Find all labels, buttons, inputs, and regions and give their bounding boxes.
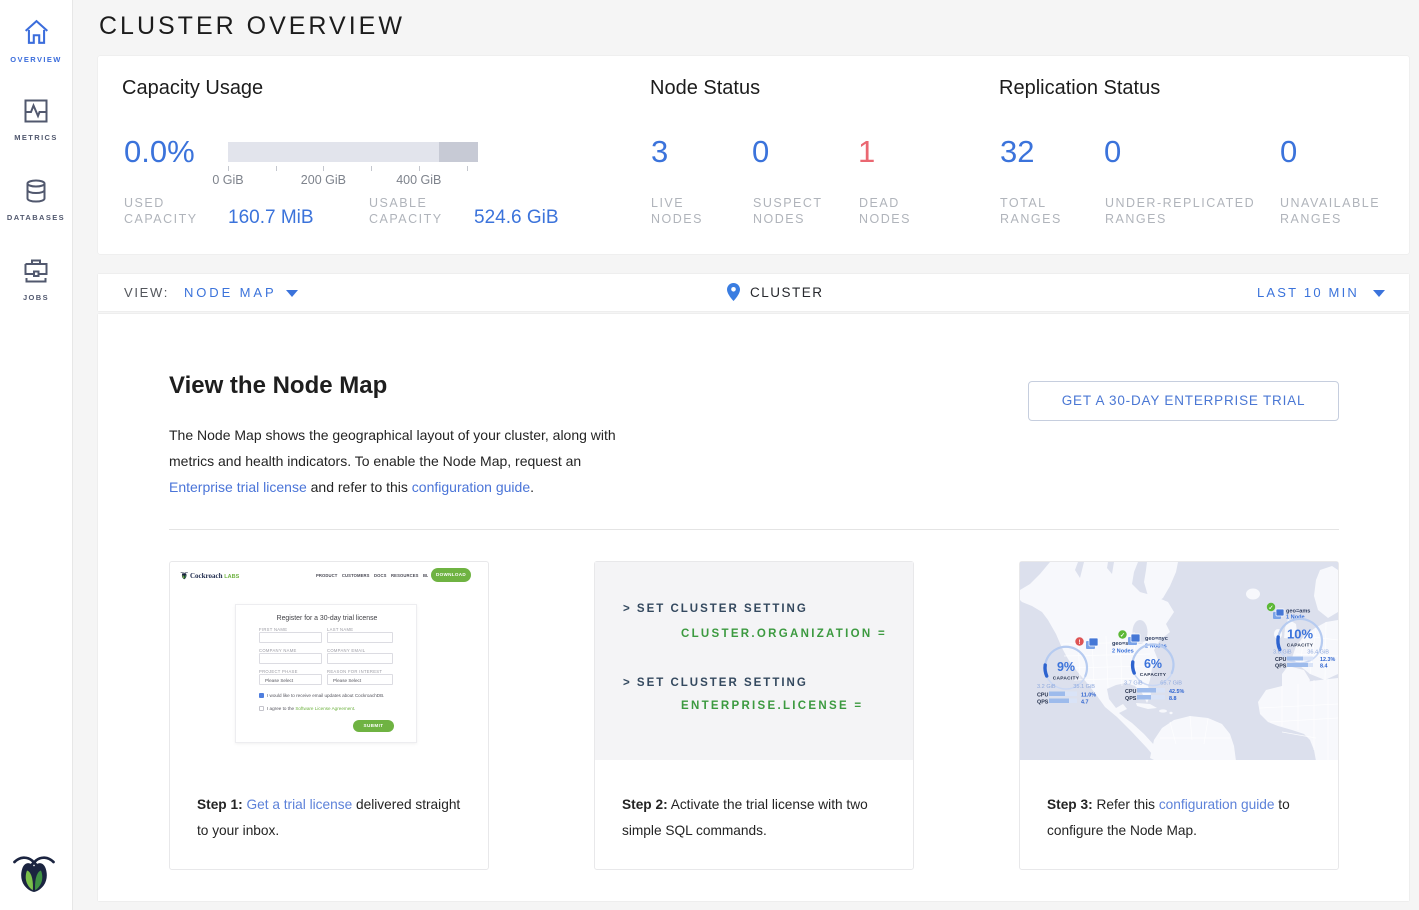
svg-text:3.2 GiB: 3.2 GiB (1037, 684, 1056, 690)
svg-text:6%: 6% (1144, 657, 1162, 671)
svg-text:✓: ✓ (1268, 605, 1273, 611)
svg-text:8.4: 8.4 (1320, 664, 1328, 670)
svg-text:4.7: 4.7 (1081, 700, 1089, 706)
svg-text:CPU: CPU (1037, 693, 1048, 699)
svg-text:35.1 GiB: 35.1 GiB (1073, 684, 1095, 690)
svg-text:✓: ✓ (1120, 633, 1125, 639)
svg-text:8.8: 8.8 (1169, 696, 1177, 702)
svg-text:10%: 10% (1287, 627, 1313, 642)
svg-text:CAPACITY: CAPACITY (1287, 643, 1314, 649)
svg-text:QPS: QPS (1275, 664, 1287, 670)
svg-text:36.4 GiB: 36.4 GiB (1307, 650, 1329, 656)
svg-text:11.0%: 11.0% (1081, 693, 1096, 699)
svg-text:CPU: CPU (1275, 657, 1286, 663)
svg-text:geo=nyc: geo=nyc (1145, 636, 1168, 642)
svg-text:12.3%: 12.3% (1320, 657, 1335, 663)
svg-text:42.5%: 42.5% (1169, 689, 1184, 695)
svg-text:2 Nodes: 2 Nodes (1112, 649, 1134, 655)
svg-text:CAPACITY: CAPACITY (1053, 676, 1080, 682)
svg-text:3.6 GiB: 3.6 GiB (1273, 650, 1292, 656)
svg-text:QPS: QPS (1037, 700, 1049, 706)
svg-text:CAPACITY: CAPACITY (1140, 672, 1167, 678)
svg-text:65.7 GiB: 65.7 GiB (1160, 681, 1182, 687)
svg-text:9%: 9% (1057, 660, 1075, 674)
svg-text:3.7 GiB: 3.7 GiB (1124, 681, 1143, 687)
svg-text:CPU: CPU (1125, 689, 1136, 695)
svg-text:QPS: QPS (1125, 696, 1137, 702)
svg-text:!: ! (1079, 640, 1081, 646)
